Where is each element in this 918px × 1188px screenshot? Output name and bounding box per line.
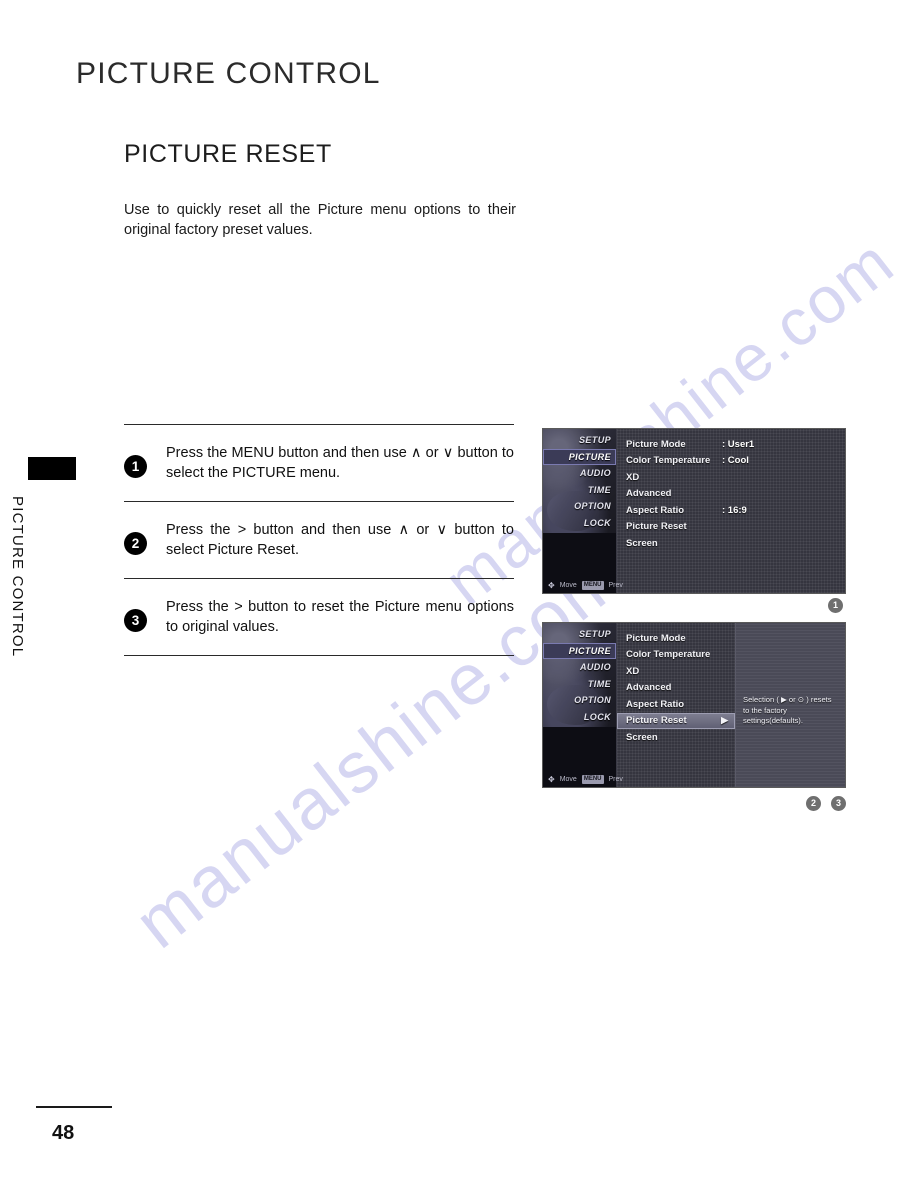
osd-nav-item-picture[interactable]: PICTURE	[543, 642, 616, 659]
osd-nav-item-lock[interactable]: LOCK	[543, 515, 616, 532]
osd-row-advanced[interactable]: Advanced	[617, 486, 845, 503]
menu-key-badge: MENU	[581, 581, 604, 590]
osd-nav-column: SETUP PICTURE AUDIO TIME OPTION LOCK ✥ Move M…	[543, 429, 623, 593]
osd-row-label: Color Temperature	[626, 455, 711, 467]
move-icon: ✥	[548, 775, 555, 784]
step-1: 1 Press the MENU button and then use ∧ o…	[124, 425, 514, 501]
osd-nav-item-option[interactable]: OPTION	[543, 498, 616, 515]
chapter-title: PICTURE CONTROL	[76, 57, 381, 90]
osd-row-aspect-ratio[interactable]: Aspect Ratio	[617, 696, 735, 713]
section-title: PICTURE RESET	[124, 140, 332, 168]
osd-nav-list: SETUP PICTURE AUDIO TIME OPTION LOCK	[543, 429, 616, 531]
osd-row-label: Advanced	[626, 682, 672, 694]
osd-row-label: XD	[626, 665, 640, 677]
move-label: Move	[559, 776, 577, 783]
side-tab-label: PICTURE CONTROL	[9, 496, 26, 658]
osd-row-label: Screen	[626, 537, 658, 549]
osd-nav-list: SETUP PICTURE AUDIO TIME OPTION LOCK	[543, 623, 616, 725]
osd-nav-item-lock[interactable]: LOCK	[543, 709, 616, 726]
osd-nav-item-picture[interactable]: PICTURE	[543, 448, 616, 465]
osd-menu-items-1: Picture Mode : User1 Color Temperature : Co…	[617, 429, 845, 593]
osd-row-label: Picture Reset	[626, 521, 687, 533]
osd-screenshot-picture-menu: SETUP PICTURE AUDIO TIME OPTION LOCK ✥ Move M…	[542, 428, 846, 594]
osd-row-picture-reset[interactable]: Picture Reset	[617, 519, 845, 536]
step-1-text: Press the MENU button and then use ∧ or …	[166, 445, 514, 481]
osd-row-label: Picture Reset	[626, 715, 687, 727]
osd-row-screen[interactable]: Screen	[617, 729, 735, 746]
osd-row-label: Color Temperature	[626, 649, 711, 661]
osd-row-label: XD	[626, 471, 640, 483]
osd-row-aspect-ratio[interactable]: Aspect Ratio : 16:9	[617, 502, 845, 519]
osd-nav-item-setup[interactable]: SETUP	[543, 626, 616, 643]
osd-screenshot-picture-reset: SETUP PICTURE AUDIO TIME OPTION LOCK ✥ Move M…	[542, 622, 846, 788]
osd-row-advanced[interactable]: Advanced	[617, 680, 735, 697]
osd-row-label: Screen	[626, 731, 658, 743]
osd-row-value: : User1	[722, 438, 755, 450]
osd-row-color-temperature[interactable]: Color Temperature : Cool	[617, 453, 845, 470]
osd-row-label: Picture Mode	[626, 438, 686, 450]
osd-help-panel: Selection ( ▶ or ⊙ ) resets to the facto…	[735, 623, 845, 787]
osd-row-picture-mode[interactable]: Picture Mode	[617, 630, 735, 647]
step-marker: 1	[828, 598, 843, 613]
osd-row-label: Picture Mode	[626, 632, 686, 644]
osd-row-xd[interactable]: XD	[617, 663, 735, 680]
step-3-text: Press the > button to reset the Picture …	[166, 599, 514, 635]
step-number-badge: 2	[124, 532, 147, 555]
osd-nav-item-setup[interactable]: SETUP	[543, 432, 616, 449]
marker-row-after-screen-2: 2 3	[806, 796, 846, 811]
step-marker: 3	[831, 796, 846, 811]
osd-footer-hints: ✥ Move MENU Prev	[543, 581, 623, 590]
osd-row-value: : Cool	[722, 455, 749, 467]
osd-nav-item-time[interactable]: TIME	[543, 676, 616, 693]
osd-row-label: Aspect Ratio	[626, 698, 685, 710]
page-number: 48	[52, 1122, 75, 1144]
osd-menu-items-2: Picture Mode Color Temperature XD Advanced A…	[617, 623, 735, 787]
osd-row-color-temperature[interactable]: Color Temperature	[617, 647, 735, 664]
osd-nav-item-audio[interactable]: AUDIO	[543, 659, 616, 676]
osd-footer-hints: ✥ Move MENU Prev	[543, 775, 623, 784]
osd-row-value: : 16:9	[722, 504, 747, 516]
intro-paragraph: Use to quickly reset all the Picture men…	[124, 202, 516, 238]
footer-rule	[36, 1106, 112, 1108]
osd-nav-item-time[interactable]: TIME	[543, 482, 616, 499]
chevron-right-icon: ▶	[721, 715, 728, 726]
step-marker: 2	[806, 796, 821, 811]
step-2-text: Press the > button and then use ∧ or ∨ b…	[166, 522, 514, 558]
move-icon: ✥	[548, 581, 555, 590]
menu-key-badge: MENU	[581, 775, 604, 784]
osd-row-picture-mode[interactable]: Picture Mode : User1	[617, 436, 845, 453]
marker-row-after-screen-1: 1	[828, 598, 843, 613]
side-tab-marker	[28, 457, 76, 480]
manual-page: PICTURE CONTROL PICTURE RESET Use to qui…	[0, 0, 918, 1188]
osd-nav-item-option[interactable]: OPTION	[543, 692, 616, 709]
osd-nav-column: SETUP PICTURE AUDIO TIME OPTION LOCK ✥ Move M…	[543, 623, 623, 787]
osd-nav-item-audio[interactable]: AUDIO	[543, 465, 616, 482]
osd-row-picture-reset[interactable]: Picture Reset ▶	[617, 712, 735, 729]
step-2: 2 Press the > button and then use ∧ or ∨…	[124, 502, 514, 578]
step-3: 3 Press the > button to reset the Pictur…	[124, 579, 514, 655]
osd-row-screen[interactable]: Screen	[617, 535, 845, 552]
osd-row-label: Advanced	[626, 488, 672, 500]
steps-list: 1 Press the MENU button and then use ∧ o…	[124, 424, 514, 656]
step-number-badge: 3	[124, 609, 147, 632]
prev-label: Prev	[608, 776, 623, 783]
osd-row-xd[interactable]: XD	[617, 469, 845, 486]
divider	[124, 655, 514, 656]
osd-row-label: Aspect Ratio	[626, 504, 685, 516]
prev-label: Prev	[608, 582, 623, 589]
step-number-badge: 1	[124, 455, 147, 478]
move-label: Move	[559, 582, 577, 589]
